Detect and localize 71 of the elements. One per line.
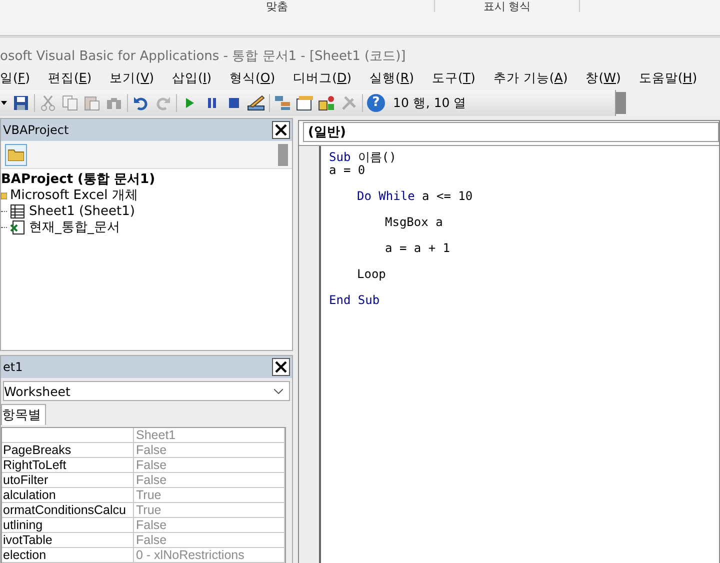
clipboard-icon — [84, 95, 100, 111]
help-button[interactable]: ? — [367, 94, 385, 112]
menu-item[interactable]: 편집(E) — [38, 68, 100, 86]
copy-icon — [62, 95, 78, 111]
folder-icon — [1, 190, 7, 200]
menu-item[interactable]: 창(W) — [576, 68, 629, 86]
toggle-folders-button[interactable] — [5, 144, 27, 166]
tab[interactable]: 항목별 — [1, 404, 46, 425]
workbook-icon — [10, 220, 26, 234]
chevron-down-icon — [274, 388, 283, 394]
pause-icon — [207, 97, 217, 109]
code-line: a = a + 1 — [385, 242, 452, 255]
toolbar-grip[interactable] — [278, 144, 288, 166]
code-line: End Sub — [329, 294, 381, 307]
menu-item[interactable]: 추가 기능(A) — [483, 68, 576, 86]
property-name: PageBreaks — [2, 443, 134, 458]
save-icon — [13, 95, 29, 111]
stop-icon — [229, 98, 239, 108]
code-line: a = 0 — [329, 164, 366, 177]
property-name: utlining — [2, 518, 134, 533]
caret-icon — [1, 101, 7, 105]
property-sheet-icon — [296, 95, 314, 111]
menu-item[interactable]: 디버그(D) — [283, 68, 360, 86]
property-name: election — [2, 548, 134, 563]
play-icon — [185, 97, 195, 109]
cursor-position: 10 행, 10 열 — [392, 94, 468, 112]
toolbar-grip[interactable] — [616, 92, 626, 114]
redo-icon — [155, 95, 171, 111]
tree-item[interactable]: Microsoft Excel 개체 — [10, 186, 138, 204]
save-button[interactable] — [12, 94, 30, 112]
property-name: utoFilter — [2, 473, 134, 488]
object-dropdown[interactable]: (일반) — [303, 122, 719, 142]
property-name: ormatConditionsCalcu — [2, 503, 134, 518]
sheet-icon — [10, 204, 26, 218]
project-tree-icon — [274, 95, 292, 111]
property-name: RightToLeft — [2, 458, 134, 473]
panel-title: VBAProject — [3, 123, 69, 137]
menu-item[interactable]: 형식(O) — [219, 68, 284, 86]
code-line: Do While a <= 10 — [357, 190, 473, 203]
ruler-pencil-icon — [247, 95, 265, 111]
menu-item[interactable]: 실행(R) — [360, 68, 422, 86]
menu-item[interactable]: 삽입(I) — [162, 68, 220, 86]
tree-connector — [1, 226, 7, 228]
tree-item[interactable]: BAProject (통합 문서1) — [1, 170, 156, 188]
close-button[interactable] — [272, 121, 290, 139]
panel-title: et1 — [3, 360, 23, 374]
undo-icon — [133, 95, 149, 111]
scissors-icon — [41, 95, 55, 111]
folder-icon — [8, 148, 24, 161]
ribbon-group-label: 맞춤 — [266, 2, 288, 12]
code-line: Sub 이름() — [329, 151, 398, 164]
ribbon-group-label: 표시 형식 — [483, 2, 531, 12]
property-name: alculation — [2, 488, 134, 503]
shapes-icon — [318, 95, 336, 111]
tree-item[interactable]: Sheet1 (Sheet1) — [29, 204, 135, 218]
object-dropdown[interactable]: Worksheet — [3, 381, 290, 401]
menu-item[interactable]: 일(F) — [0, 68, 38, 86]
close-button[interactable] — [272, 358, 290, 376]
menu-item[interactable]: 도움말(H) — [628, 68, 706, 86]
ruler-pencil-button[interactable] — [247, 94, 265, 112]
shapes-button[interactable] — [318, 94, 336, 112]
property-sheet-button[interactable] — [296, 94, 314, 112]
property-name: ivotTable — [2, 533, 134, 548]
window-title: osoft Visual Basic for Applications - 통합 문서1 - [Sheet1 (코드)] — [0, 48, 406, 65]
menu-item[interactable]: 보기(V) — [100, 68, 162, 86]
code-line: MsgBox a — [385, 216, 444, 229]
tree-connector — [1, 210, 7, 212]
code-line: Loop — [357, 268, 387, 281]
tree-item[interactable]: 현재_통합_문서 — [29, 218, 120, 236]
menu-item[interactable]: 도구(T) — [422, 68, 484, 86]
undo-button[interactable] — [132, 94, 150, 112]
